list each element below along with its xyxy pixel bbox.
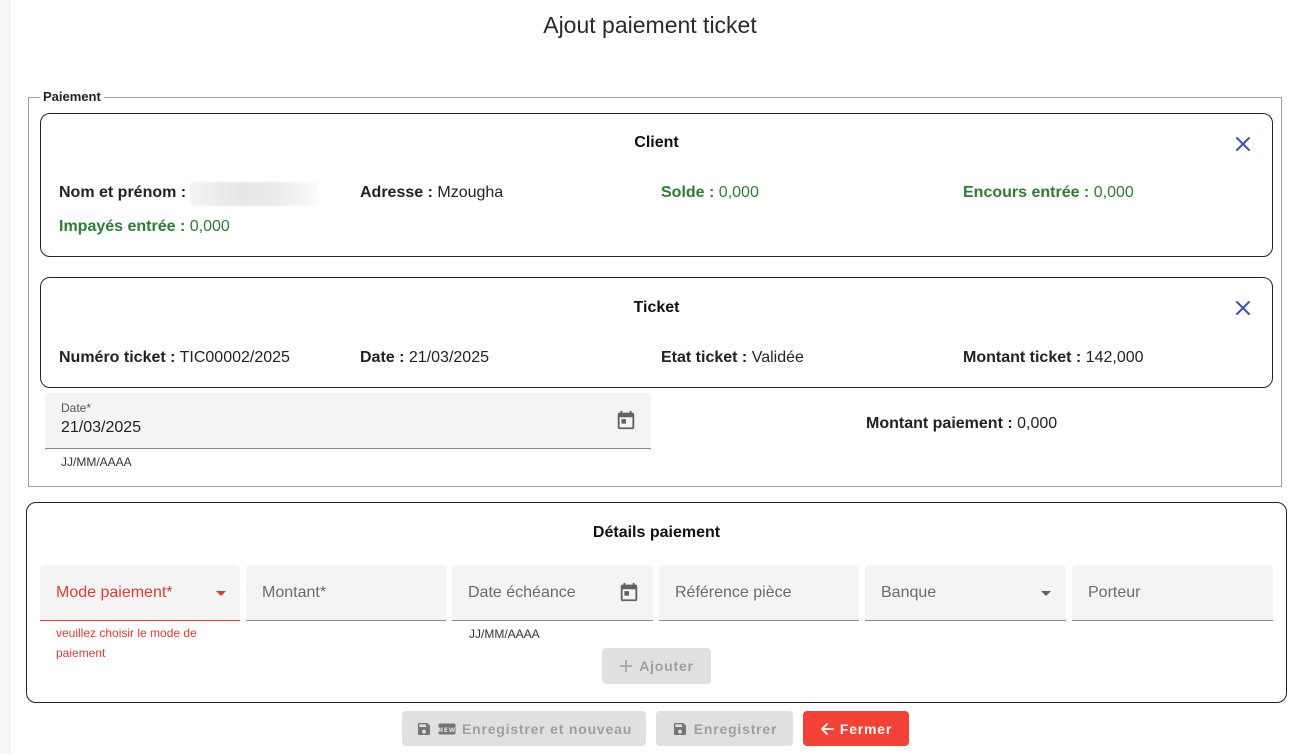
- ajouter-label: Ajouter: [639, 658, 694, 674]
- client-close-icon[interactable]: [1232, 133, 1254, 155]
- date-input-hint: JJ/MM/AAAA: [61, 455, 132, 469]
- date-echeance-input[interactable]: Date échéance: [452, 565, 653, 621]
- client-impayes-label: Impayés entrée :: [59, 218, 186, 235]
- ticket-numero-field: Numéro ticket : TIC00002/2025: [59, 349, 290, 367]
- client-solde-label: Solde :: [661, 184, 715, 201]
- mode-paiement-error: veuillez choisir le mode de paiement: [56, 626, 197, 660]
- save-icon: [417, 722, 430, 735]
- reference-piece-input[interactable]: Référence pièce: [659, 565, 859, 621]
- date-input[interactable]: Date* 21/03/2025: [45, 393, 651, 449]
- reference-piece-label: Référence pièce: [675, 584, 792, 601]
- ticket-etat-field: Etat ticket : Validée: [661, 349, 804, 367]
- client-impayes-field: Impayés entrée : 0,000: [59, 218, 230, 236]
- close-button[interactable]: Fermer: [803, 711, 909, 746]
- ticket-date-value: 21/03/2025: [408, 349, 489, 366]
- ticket-date-label: Date :: [360, 349, 405, 366]
- montant-paiement-field: Montant paiement : 0,000: [866, 415, 1057, 433]
- calendar-icon[interactable]: [615, 409, 637, 431]
- save-button[interactable]: Enregistrer: [656, 711, 793, 746]
- ticket-date-field: Date : 21/03/2025: [360, 349, 489, 367]
- porteur-input[interactable]: Porteur: [1072, 565, 1273, 621]
- client-solde-field: Solde : 0,000: [661, 184, 759, 202]
- left-sidebar-edge: [0, 0, 10, 754]
- ticket-numero-value: TIC00002/2025: [179, 349, 290, 366]
- banque-label: Banque: [881, 584, 937, 601]
- new-icon: NEW: [438, 723, 456, 734]
- plus-icon: [620, 660, 633, 672]
- ticket-numero-label: Numéro ticket :: [59, 349, 176, 366]
- save-and-new-button[interactable]: NEW Enregistrer et nouveau: [402, 711, 646, 746]
- save-icon: [673, 722, 686, 735]
- save-label: Enregistrer: [693, 720, 778, 737]
- client-encours-field: Encours entrée : 0,000: [963, 184, 1134, 202]
- montant-paiement-value: 0,000: [1017, 415, 1058, 432]
- ticket-card-title: Ticket: [633, 299, 680, 316]
- client-nom-field: Nom et prénom :: [59, 184, 186, 202]
- ticket-etat-value: Validée: [751, 349, 804, 366]
- client-card-title: Client: [634, 134, 679, 151]
- ticket-close-icon[interactable]: [1232, 297, 1254, 319]
- banque-select[interactable]: Banque: [865, 565, 1066, 621]
- client-solde-value: 0,000: [718, 184, 759, 201]
- ticket-etat-label: Etat ticket :: [661, 349, 748, 366]
- client-impayes-value: 0,000: [189, 218, 230, 235]
- ticket-montant-field: Montant ticket : 142,000: [963, 349, 1144, 367]
- page-title: Ajout paiement ticket: [543, 12, 757, 38]
- calendar-icon[interactable]: [618, 581, 640, 603]
- ticket-montant-label: Montant ticket :: [963, 349, 1082, 366]
- paiement-legend: Paiement: [40, 89, 104, 104]
- porteur-label: Porteur: [1088, 584, 1141, 601]
- save-and-new-label: Enregistrer et nouveau: [461, 720, 633, 737]
- ticket-card: Ticket: [40, 277, 1273, 388]
- details-paiement-title: Détails paiement: [592, 524, 721, 541]
- client-adresse-value: Mzougha: [437, 184, 504, 201]
- date-echeance-hint: JJ/MM/AAAA: [469, 627, 540, 641]
- ticket-montant-value: 142,000: [1085, 349, 1144, 366]
- client-encours-value: 0,000: [1093, 184, 1134, 201]
- client-encours-label: Encours entrée :: [963, 184, 1090, 201]
- client-adresse-field: Adresse : Mzougha: [360, 184, 503, 202]
- client-nom-label: Nom et prénom :: [59, 184, 187, 201]
- date-echeance-label: Date échéance: [468, 584, 576, 601]
- montant-paiement-label: Montant paiement :: [866, 415, 1013, 432]
- svg-text:NEW: NEW: [438, 727, 456, 734]
- date-input-value: 21/03/2025: [61, 419, 142, 436]
- client-name-redacted: [190, 182, 318, 206]
- close-label: Fermer: [839, 720, 893, 737]
- date-input-label: Date*: [61, 401, 92, 415]
- montant-label: Montant*: [262, 584, 327, 601]
- mode-paiement-select[interactable]: Mode paiement*: [40, 565, 240, 621]
- client-adresse-label: Adresse :: [360, 184, 433, 201]
- caret-down-icon: [215, 590, 227, 598]
- montant-input[interactable]: Montant*: [246, 565, 446, 621]
- caret-down-icon: [1040, 590, 1052, 598]
- ajouter-button[interactable]: Ajouter: [602, 648, 711, 684]
- mode-paiement-label: Mode paiement*: [56, 584, 173, 601]
- arrow-left-icon: [820, 722, 834, 735]
